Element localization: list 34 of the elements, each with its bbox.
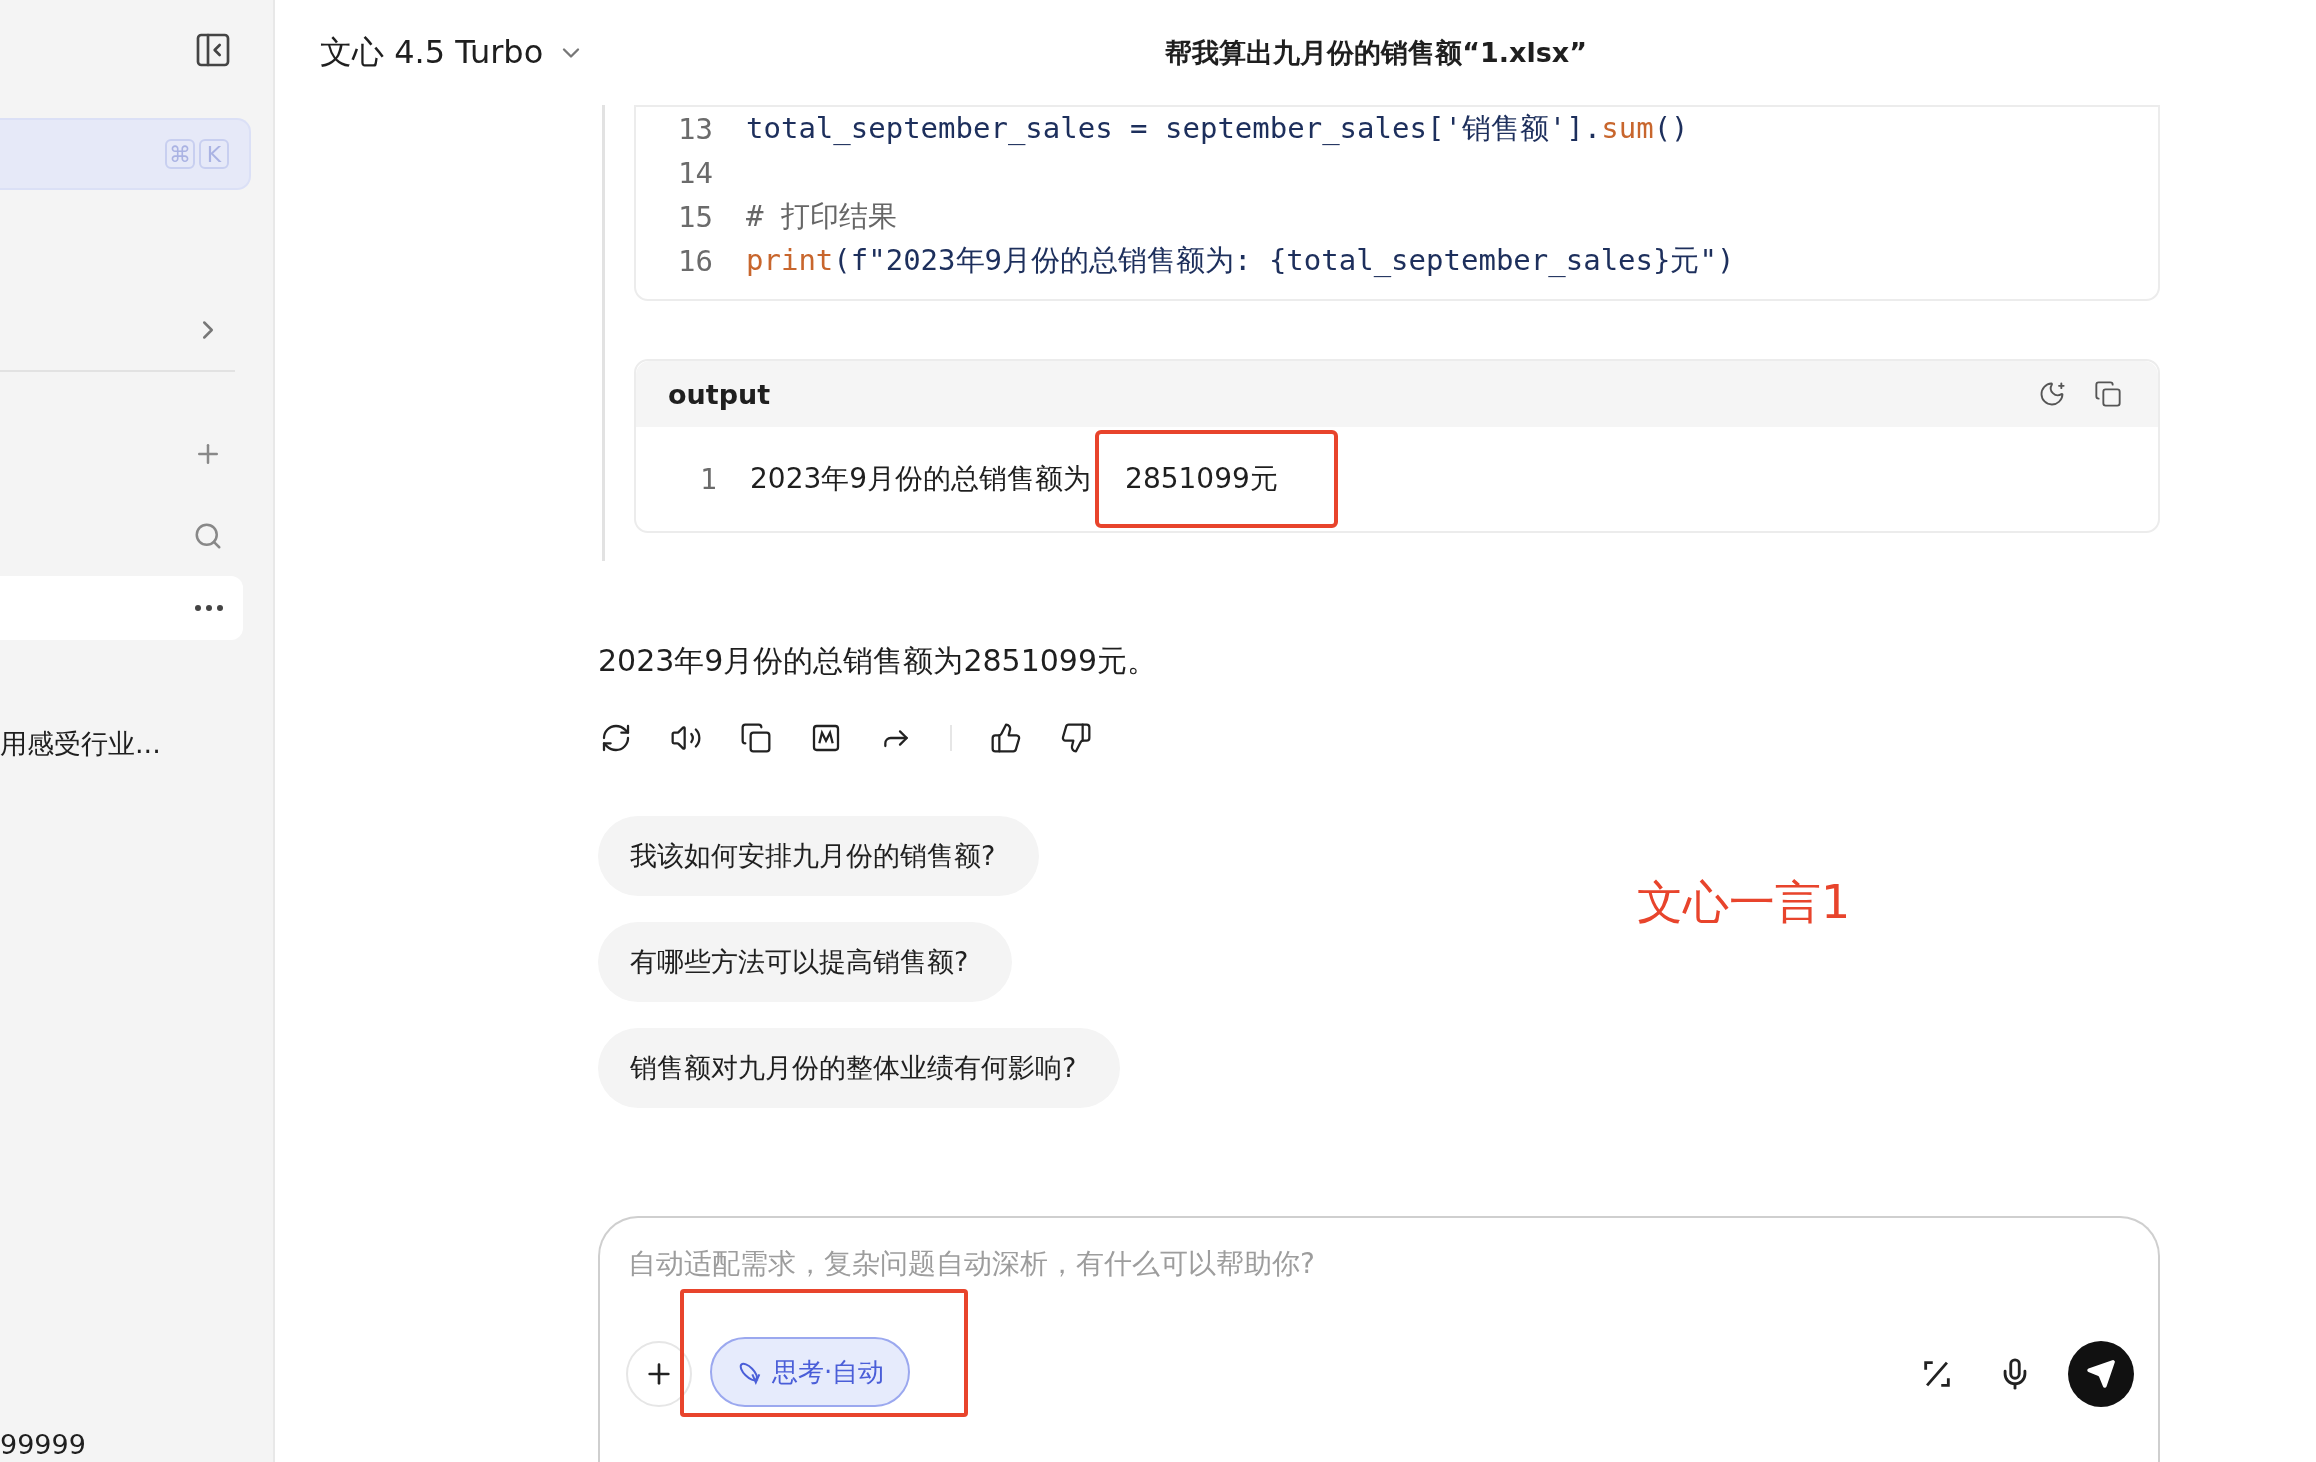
copy-icon[interactable] bbox=[2094, 380, 2122, 408]
code-line: # 打印结果 bbox=[746, 198, 897, 235]
line-number: 13 bbox=[678, 112, 714, 146]
annotation-text: 文心一言1 bbox=[1637, 874, 1851, 931]
more-icon bbox=[195, 605, 223, 611]
image-icon[interactable] bbox=[810, 722, 842, 754]
chat-input-field[interactable]: 自动适配需求，复杂问题自动深析，有什么可以帮助你? bbox=[626, 1246, 2134, 1281]
send-icon bbox=[2086, 1359, 2116, 1389]
shortcut-key: ⌘ bbox=[165, 139, 195, 169]
suggestion-chip[interactable]: 有哪些方法可以提高销售额? bbox=[598, 922, 1013, 1002]
thumbs-down-icon[interactable] bbox=[1060, 722, 1092, 754]
mode-chip[interactable]: 思考·自动 bbox=[710, 1337, 911, 1407]
line-number: 1 bbox=[700, 462, 718, 496]
code-line: total_september_sales = september_sales['销售额'].sum() bbox=[746, 110, 1689, 147]
suggestion-chip[interactable]: 销售额对九月份的整体业绩有何影响? bbox=[598, 1028, 1121, 1108]
search-icon bbox=[193, 521, 223, 551]
answer-text: 2023年9月份的总销售额为2851099元。 bbox=[598, 642, 1159, 680]
line-number: 14 bbox=[678, 156, 714, 190]
line-number: 15 bbox=[678, 200, 714, 234]
sidebar-footer-text: 99999 bbox=[0, 1429, 87, 1462]
line-number: 16 bbox=[678, 244, 714, 278]
sidebar-item[interactable]: 用感受行业... bbox=[0, 726, 273, 762]
thumbs-up-icon[interactable] bbox=[990, 722, 1022, 754]
output-title: output bbox=[668, 378, 771, 410]
rerun-icon[interactable] bbox=[2038, 380, 2066, 408]
copy-icon[interactable] bbox=[740, 722, 772, 754]
regenerate-icon[interactable] bbox=[600, 722, 632, 754]
highlighted-output-text: 2851099元 bbox=[1095, 430, 1338, 528]
shortcut-key: K bbox=[199, 139, 229, 169]
chat-title: 帮我算出九月份的销售额“1.xlsx” bbox=[1165, 35, 1587, 70]
code-line: print(f"2023年9月份的总销售额为: {total_september_sales}元") bbox=[746, 242, 1735, 279]
model-selector[interactable]: 文心 4.5 Turbo bbox=[320, 30, 586, 75]
suggestion-chip[interactable]: 我该如何安排九月份的销售额? bbox=[598, 816, 1040, 896]
output-text: 2023年9月份的总销售额为 bbox=[750, 461, 1092, 497]
